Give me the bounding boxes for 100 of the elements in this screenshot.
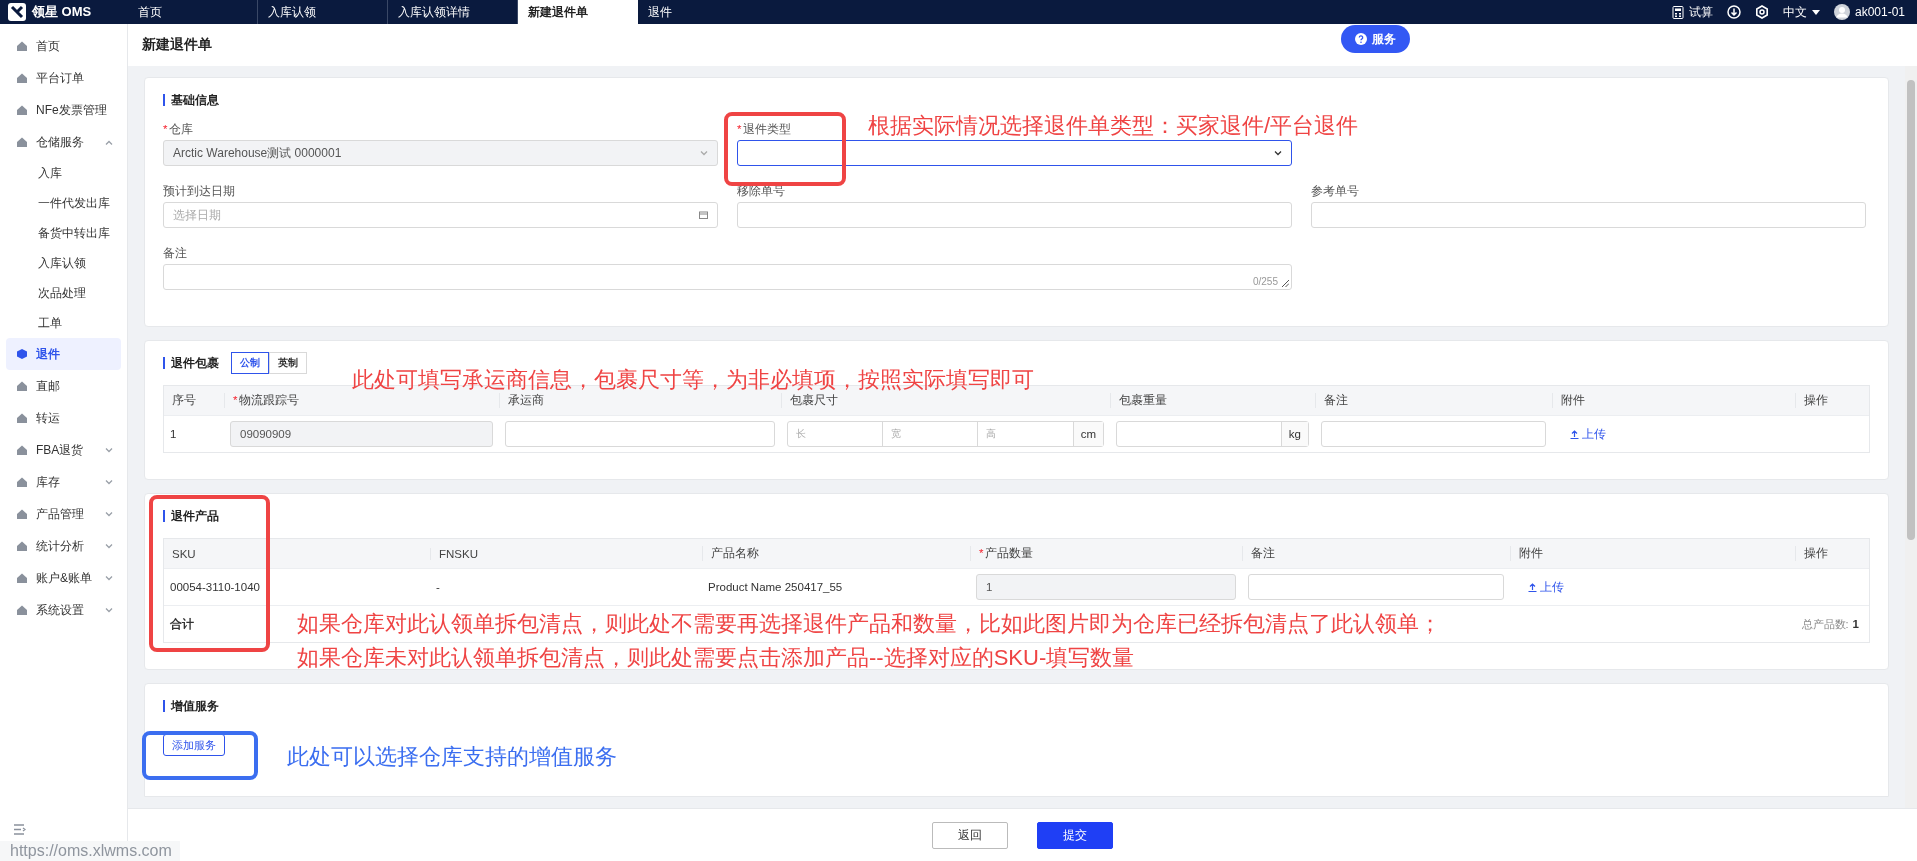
menu-item-icon	[16, 412, 28, 424]
chevron-down-icon	[700, 150, 708, 156]
total-count-label: 总产品数:	[1801, 617, 1849, 630]
sidebar-item[interactable]: 账户&账单	[6, 562, 121, 594]
column-header: 备注	[1242, 546, 1510, 561]
required-mark: *	[163, 123, 168, 135]
required-mark: *	[979, 547, 984, 559]
settings-icon	[1754, 5, 1769, 19]
sidebar-item[interactable]: 库存	[6, 466, 121, 498]
sidebar-item[interactable]: 平台订单	[6, 62, 121, 94]
remarks-field[interactable]	[1248, 574, 1504, 600]
column-header: 操作	[1795, 393, 1869, 408]
sidebar-item[interactable]: 产品管理	[6, 498, 121, 530]
unit-toggle[interactable]: 英制	[269, 352, 307, 374]
section-title: 增值服务	[163, 700, 219, 712]
user-name[interactable]: ak001-01	[1854, 5, 1905, 19]
scrollbar[interactable]	[1905, 66, 1917, 808]
unit-label: kg	[1281, 422, 1308, 446]
field-label: 预计到达日期	[163, 185, 235, 197]
field-label: 仓库	[169, 123, 194, 135]
sidebar-item[interactable]: 退件	[6, 338, 121, 370]
logo-icon	[8, 3, 26, 21]
status-url: https://oms.xlwms.com	[0, 841, 180, 861]
sidebar-item[interactable]: 工单	[6, 308, 121, 338]
upload-icon	[1570, 429, 1579, 439]
table-cell-text: 1	[169, 428, 178, 440]
service-button[interactable]: 服务	[1341, 25, 1410, 53]
select-field[interactable]	[737, 140, 1292, 166]
column-header: * 物流跟踪号	[224, 393, 499, 408]
avatar-icon	[1833, 4, 1850, 20]
sidebar-item[interactable]: 入库认领	[6, 248, 121, 278]
column-header: 操作	[1795, 546, 1869, 561]
total-label: 合计	[169, 616, 195, 632]
field-label: 退件类型	[743, 123, 792, 135]
column-header: 产品名称	[702, 546, 970, 561]
table-cell-text: 00054-3110-1040	[169, 581, 261, 593]
section-title: 退件产品	[163, 510, 219, 522]
download-icon	[1726, 5, 1741, 19]
text-input[interactable]	[737, 202, 1292, 228]
unit-toggle[interactable]: 公制	[231, 352, 269, 374]
sidebar-item[interactable]: 直邮	[6, 370, 121, 402]
column-header: 承运商	[499, 393, 781, 408]
upload-link[interactable]: 上传	[1558, 426, 1606, 442]
sidebar-item[interactable]: 次品处理	[6, 278, 121, 308]
language-select[interactable]: 中文	[1782, 3, 1807, 21]
character-counter: 0/255	[1252, 276, 1278, 287]
back-button[interactable]: 返回	[932, 821, 1008, 849]
chevron-down-icon	[1274, 150, 1282, 156]
total-count: 1	[1852, 617, 1859, 630]
calculate-link[interactable]: 试算	[1688, 3, 1713, 21]
menu-item-icon	[16, 476, 28, 488]
nav-tab[interactable]: 退件	[638, 0, 768, 24]
annotation-note: 此处可填写承运商信息，包裹尺寸等，为非必填项，按照实际填写即可	[352, 368, 1034, 392]
sidebar-item[interactable]: 入库	[6, 158, 121, 188]
menu-item-icon	[16, 72, 28, 84]
help-icon	[1355, 33, 1367, 45]
field-label: 备注	[163, 247, 187, 259]
page-title: 新建退件单	[142, 36, 212, 54]
calculator-icon	[1671, 5, 1684, 19]
sidebar-item[interactable]: NFe发票管理	[6, 94, 121, 126]
section-title: 基础信息	[163, 94, 219, 106]
quantity-field[interactable]: 1	[976, 574, 1236, 600]
sidebar-item[interactable]: 统计分析	[6, 530, 121, 562]
tracking-number-field[interactable]: 09090909	[230, 421, 493, 447]
carrier-field[interactable]	[505, 421, 775, 447]
text-input[interactable]	[1311, 202, 1866, 228]
annotation-note: 此处可以选择仓库支持的增值服务	[287, 745, 617, 769]
field-label: 参考单号	[1311, 185, 1359, 197]
table-cell-text: -	[435, 581, 441, 593]
submit-button[interactable]: 提交	[1037, 821, 1113, 849]
sidebar-item[interactable]: 系统设置	[6, 594, 121, 626]
sidebar-item[interactable]: 转运	[6, 402, 121, 434]
annotation-note: 如果仓库未对此认领单拆包清点，则此处需要点击添加产品--选择对应的SKU-填写数量	[297, 646, 1135, 670]
sidebar-item[interactable]: 首页	[6, 30, 121, 62]
upload-icon	[1528, 582, 1537, 592]
column-header: 包裹重量	[1110, 393, 1315, 408]
remarks-field[interactable]	[1321, 421, 1546, 447]
menu-item-icon	[16, 136, 28, 148]
column-header: 序号	[171, 393, 197, 408]
section-title: 退件包裹	[163, 357, 219, 369]
menu-item-icon	[16, 444, 28, 456]
upload-link[interactable]: 上传	[1516, 579, 1564, 595]
menu-item-icon	[16, 104, 28, 116]
nav-tab[interactable]: 新建退件单	[518, 0, 638, 24]
sidebar-item[interactable]: 仓储服务	[6, 126, 121, 158]
add-service-button[interactable]: 添加服务	[163, 734, 225, 756]
required-mark: *	[233, 394, 238, 406]
column-header: 包裹尺寸	[781, 393, 1110, 408]
column-header: SKU	[171, 547, 197, 560]
menu-item-icon	[16, 508, 28, 520]
sidebar-item[interactable]: FBA退货	[6, 434, 121, 466]
scrollbar-thumb[interactable]	[1907, 80, 1915, 540]
sidebar-item[interactable]: 备货中转出库	[6, 218, 121, 248]
annotation-note: 根据实际情况选择退件单类型：买家退件/平台退件	[868, 114, 1359, 138]
app-logo-text: 领星 OMS	[32, 3, 92, 21]
calendar-icon	[699, 211, 708, 219]
sidebar-item[interactable]: 一件代发出库	[6, 188, 121, 218]
required-mark: *	[737, 123, 742, 135]
caret-icon	[1811, 9, 1820, 15]
column-header: FNSKU	[430, 547, 702, 560]
